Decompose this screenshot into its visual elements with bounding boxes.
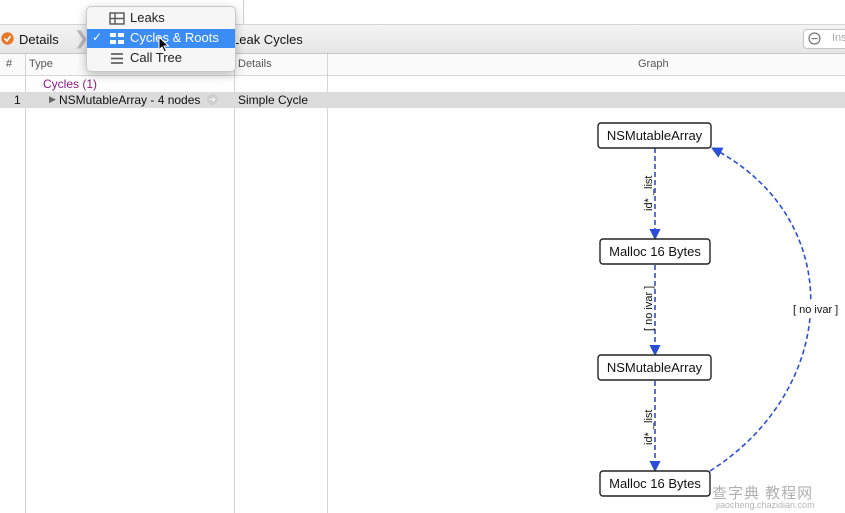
checkmark-icon: ✓ <box>92 30 103 44</box>
menu-item-leaks[interactable]: Leaks <box>87 9 235 28</box>
disclosure-triangle-icon[interactable]: ▶ <box>49 94 56 105</box>
column-header-details[interactable]: Details <box>238 58 272 70</box>
details-breadcrumb[interactable]: Details <box>19 32 59 47</box>
cycle-graph-icon <box>110 33 124 44</box>
row-index: 1 <box>14 93 21 107</box>
menu-item-label: Cycles & Roots <box>130 30 219 45</box>
cycles-group-row[interactable]: Cycles (1) <box>0 76 328 92</box>
table-row[interactable]: 1 ▶ NSMutableArray - 4 nodes ➜ Simple Cy… <box>0 92 845 108</box>
row-details: Simple Cycle <box>238 93 309 107</box>
leak-cycles-breadcrumb[interactable]: Leak Cycles <box>232 32 303 47</box>
graph-node[interactable]: Malloc 16 Bytes <box>599 470 711 497</box>
edge-label: [ no ivar ] <box>793 304 838 316</box>
watermark-url: jiaocheng.chazidian.com <box>716 500 815 510</box>
top-strip-divider <box>243 0 244 24</box>
graph-node[interactable]: NSMutableArray <box>597 122 712 149</box>
mouse-pointer-icon <box>158 36 170 53</box>
menu-item-label: Leaks <box>130 10 165 25</box>
table-grid-icon <box>109 12 125 25</box>
cycles-group-label: Cycles (1) <box>43 77 98 91</box>
column-header-type[interactable]: Type <box>29 58 53 70</box>
graph-node-label: NSMutableArray <box>607 360 703 375</box>
graph-node-label: Malloc 16 Bytes <box>609 244 701 259</box>
column-divider <box>25 54 26 513</box>
column-header-graph[interactable]: Graph <box>638 58 669 70</box>
graph-node[interactable]: NSMutableArray <box>597 354 712 381</box>
list-lines-icon <box>111 53 123 64</box>
edge-label: [ no ivar ] <box>643 286 655 331</box>
filter-search-field[interactable]: Ins <box>803 29 845 49</box>
search-placeholder: Ins <box>832 32 845 44</box>
menu-item-label: Call Tree <box>130 50 183 65</box>
graph-node-label: NSMutableArray <box>607 128 703 143</box>
row-type: NSMutableArray - 4 nodes <box>59 93 201 107</box>
cycle-graph: id* _list [ no ivar ] id* _list [ no iva… <box>597 122 840 497</box>
column-header-index[interactable]: # <box>6 58 12 70</box>
filter-icon <box>808 32 821 45</box>
graph-node[interactable]: Malloc 16 Bytes <box>599 238 711 265</box>
focus-arrow-icon[interactable]: ➜ <box>207 94 218 105</box>
column-divider <box>327 54 328 513</box>
edge-label: id* _list <box>643 410 655 445</box>
graph-node-label: Malloc 16 Bytes <box>609 476 701 491</box>
edge-label: id* _list <box>643 176 655 211</box>
column-divider <box>234 54 235 513</box>
instruments-app-icon[interactable] <box>1 32 14 45</box>
